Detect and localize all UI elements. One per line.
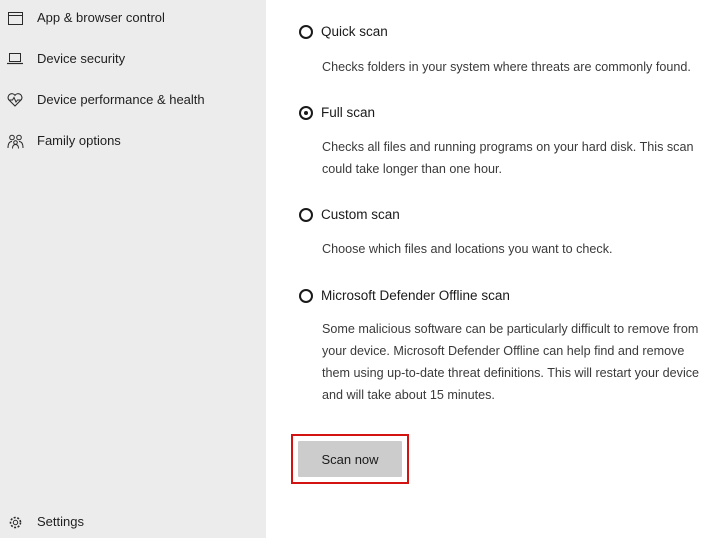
custom-scan-label: Custom scan xyxy=(321,207,400,222)
offline-scan-description: Some malicious software can be particula… xyxy=(322,322,700,402)
gear-icon xyxy=(6,513,24,531)
quick-scan-radio[interactable] xyxy=(299,24,313,39)
quick-scan-option[interactable]: Quick scan xyxy=(299,24,388,39)
custom-scan-radio[interactable] xyxy=(299,207,313,222)
custom-scan-description: Choose which files and locations you wan… xyxy=(322,242,613,256)
browser-window-icon xyxy=(6,9,24,27)
sidebar-item-label: Device security xyxy=(37,51,126,66)
full-scan-description: Checks all files and running programs on… xyxy=(322,140,694,176)
custom-scan-option[interactable]: Custom scan xyxy=(299,207,400,222)
sidebar-item-family-options[interactable]: Family options xyxy=(0,128,266,154)
laptop-icon xyxy=(6,50,24,68)
sidebar-item-device-performance-health[interactable]: Device performance & health xyxy=(0,87,266,113)
sidebar-item-app-browser-control[interactable]: App & browser control xyxy=(0,5,266,31)
sidebar: App & browser control Device security De… xyxy=(0,0,266,538)
full-scan-option[interactable]: Full scan xyxy=(299,105,375,120)
sidebar-item-settings[interactable]: Settings xyxy=(0,509,266,535)
sidebar-item-label: Settings xyxy=(37,514,84,529)
full-scan-radio[interactable] xyxy=(299,105,313,120)
sidebar-item-label: Device performance & health xyxy=(37,92,205,107)
quick-scan-label: Quick scan xyxy=(321,24,388,39)
sidebar-item-device-security[interactable]: Device security xyxy=(0,46,266,72)
offline-scan-label: Microsoft Defender Offline scan xyxy=(321,288,510,303)
offline-scan-radio[interactable] xyxy=(299,288,313,303)
full-scan-label: Full scan xyxy=(321,105,376,120)
sidebar-item-label: App & browser control xyxy=(37,10,165,25)
heart-pulse-icon xyxy=(6,91,24,109)
sidebar-item-label: Family options xyxy=(37,133,121,148)
offline-scan-option[interactable]: Microsoft Defender Offline scan xyxy=(299,288,510,303)
scan-now-button[interactable]: Scan now xyxy=(298,441,402,477)
family-icon xyxy=(6,132,24,150)
quick-scan-description: Checks folders in your system where thre… xyxy=(322,60,691,74)
